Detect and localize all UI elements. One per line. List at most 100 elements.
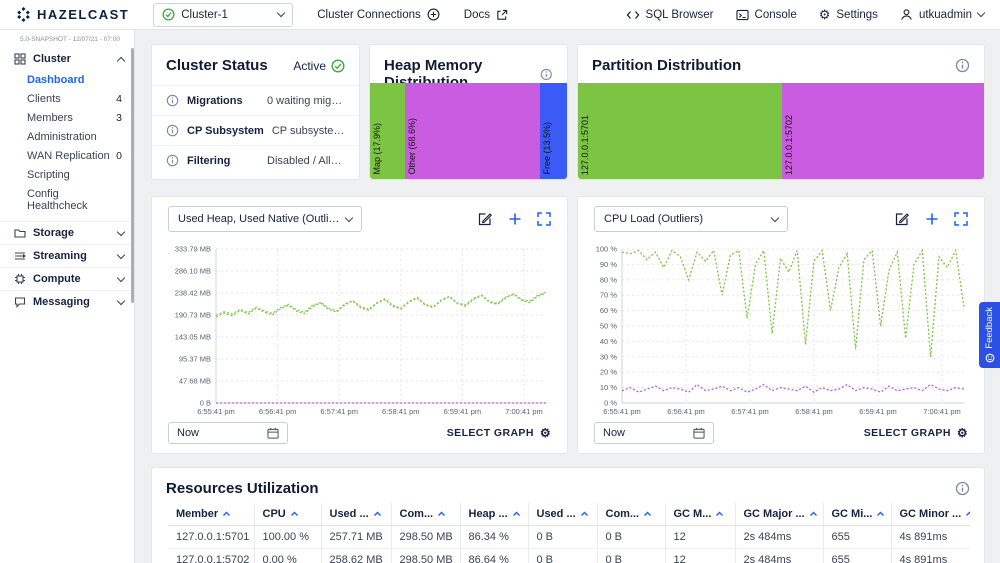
column-header-label: CPU [262, 508, 286, 520]
sidebar-item-clients[interactable]: Clients 4 [0, 89, 134, 108]
sidebar-section-storage[interactable]: Storage [0, 221, 134, 244]
sidebar-section-compute[interactable]: Compute [0, 267, 134, 290]
sidebar-item-scripting[interactable]: Scripting [0, 165, 134, 184]
status-row-migrations: Migrations 0 waiting migrations [152, 85, 359, 115]
add-graph-icon[interactable] [925, 212, 939, 226]
sidebar-section-cluster[interactable]: Cluster [0, 48, 134, 70]
column-header-6[interactable]: Com... [597, 503, 666, 526]
sidebar-scrollbar[interactable] [131, 48, 134, 303]
settings-label: Settings [836, 8, 878, 21]
docs-link[interactable]: Docs [464, 9, 508, 21]
info-icon[interactable] [540, 67, 553, 82]
sidebar-item-config-healthcheck[interactable]: Config Healthcheck [0, 184, 134, 215]
column-header-10[interactable]: GC Minor ... [891, 503, 970, 526]
svg-text:95.37 MB: 95.37 MB [179, 355, 211, 364]
sidebar-item-wan-replication[interactable]: WAN Replication 0 [0, 146, 134, 165]
select-graph-label: SELECT GRAPH [863, 427, 951, 439]
messaging-icon [14, 297, 26, 308]
sidebar-section-streaming[interactable]: Streaming [0, 244, 134, 267]
column-header-9[interactable]: GC Mi... [823, 503, 892, 526]
sort-caret-icon[interactable] [437, 511, 446, 517]
svg-text:286.10 MB: 286.10 MB [175, 267, 211, 276]
distribution-segment[interactable]: Map (17.9%) [370, 83, 406, 179]
sql-browser-button[interactable]: SQL Browser [626, 9, 714, 21]
column-header-2[interactable]: Used ... [321, 503, 392, 526]
graph-type-select[interactable]: CPU Load (Outliers) [594, 206, 788, 232]
info-icon[interactable] [955, 58, 970, 73]
table-cell: 0 B [528, 548, 598, 563]
feedback-tab[interactable]: Feedback [979, 302, 1000, 368]
column-header-1[interactable]: CPU [254, 503, 322, 526]
cluster-selector-value: Cluster-1 [181, 8, 228, 21]
segment-label: 127.0.0.1:5702 [783, 114, 794, 175]
sidebar-item-members[interactable]: Members 3 [0, 108, 134, 127]
sort-caret-icon[interactable] [222, 511, 231, 517]
cpu-load-chart[interactable]: 100 % 90 % 80 % 70 % 60 % 50 % 40 % 30 % 20 % 10 … [586, 241, 978, 419]
status-value: Disabled / Allow-list [267, 154, 345, 167]
sidebar-section-messaging[interactable]: Messaging [0, 290, 134, 313]
sort-caret-icon[interactable] [965, 511, 970, 517]
svg-text:6:59:41 pm: 6:59:41 pm [444, 407, 482, 416]
chevron-down-icon [976, 8, 986, 18]
time-range-input[interactable]: Now [168, 422, 288, 444]
chevron-down-icon [116, 273, 126, 282]
column-header-8[interactable]: GC Major ... [735, 503, 824, 526]
chevron-down-icon [116, 296, 126, 305]
table-cell: 127.0.0.1:5702 [168, 548, 255, 563]
sidebar-item-label: Config Healthcheck [27, 187, 88, 212]
sort-caret-icon[interactable] [580, 511, 589, 517]
info-icon[interactable] [955, 481, 970, 496]
sort-caret-icon[interactable] [373, 511, 382, 517]
table-cell: 86.34 % [460, 525, 529, 549]
graph-type-select[interactable]: Used Heap, Used Native (Outliers) [168, 206, 362, 232]
sidebar-item-dashboard[interactable]: Dashboard [0, 70, 134, 89]
console-label: Console [754, 8, 797, 21]
column-header-5[interactable]: Used ... [528, 503, 598, 526]
fullscreen-icon[interactable] [537, 212, 551, 226]
used-heap-chart[interactable]: 333.79 MB 286.10 MB 238.42 MB 190.73 MB 143.… [160, 241, 560, 419]
distribution-segment[interactable]: Free (13.5%) [540, 83, 567, 179]
distribution-segment[interactable]: 127.0.0.1:5702 [781, 83, 984, 179]
sort-caret-icon[interactable] [715, 511, 724, 517]
info-icon[interactable] [166, 154, 179, 167]
svg-text:80 %: 80 % [600, 275, 617, 284]
column-header-4[interactable]: Heap ... [460, 503, 529, 526]
settings-button[interactable]: ⚙ Settings [819, 8, 878, 21]
cluster-selector[interactable]: Cluster-1 [153, 2, 294, 27]
console-button[interactable]: Console [735, 8, 797, 21]
chevron-down-icon [116, 250, 126, 259]
edit-icon[interactable] [894, 211, 910, 227]
edit-icon[interactable] [477, 211, 493, 227]
sort-caret-icon[interactable] [876, 511, 885, 517]
table-cell: 258.62 MB [321, 548, 392, 563]
select-graph-button[interactable]: SELECT GRAPH ⚙ [447, 427, 551, 439]
svg-text:7:00:41 pm: 7:00:41 pm [923, 407, 961, 416]
column-header-0[interactable]: Member [168, 503, 255, 526]
svg-text:6:58:41 pm: 6:58:41 pm [795, 407, 833, 416]
sidebar-item-administration[interactable]: Administration [0, 127, 134, 146]
add-graph-icon[interactable] [508, 212, 522, 226]
column-header-7[interactable]: GC M... [665, 503, 736, 526]
fullscreen-icon[interactable] [954, 212, 968, 226]
select-graph-button[interactable]: SELECT GRAPH ⚙ [864, 427, 968, 439]
cluster-connections-link[interactable]: Cluster Connections [317, 8, 440, 21]
sidebar-item-label: WAN Replication [27, 149, 110, 162]
hazelcast-logo-icon [17, 7, 30, 22]
svg-text:6:56:41 pm: 6:56:41 pm [259, 407, 297, 416]
info-icon[interactable] [166, 94, 179, 107]
app-logo[interactable]: HAZELCAST [16, 7, 129, 22]
plus-circle-icon [427, 8, 440, 21]
cluster-state-label: Active [293, 58, 326, 73]
svg-text:90 %: 90 % [600, 260, 617, 269]
status-value: 0 waiting migrations [267, 94, 345, 107]
sort-caret-icon[interactable] [809, 511, 818, 517]
distribution-segment[interactable]: Other (68.6%) [405, 83, 541, 179]
sort-caret-icon[interactable] [643, 511, 652, 517]
user-menu[interactable]: utkuadmin [900, 8, 986, 21]
info-icon[interactable] [166, 124, 179, 137]
time-range-input[interactable]: Now [594, 422, 714, 444]
sort-caret-icon[interactable] [290, 511, 299, 517]
column-header-3[interactable]: Com... [391, 503, 461, 526]
sort-caret-icon[interactable] [512, 511, 521, 517]
distribution-segment[interactable]: 127.0.0.1:5701 [578, 83, 782, 179]
